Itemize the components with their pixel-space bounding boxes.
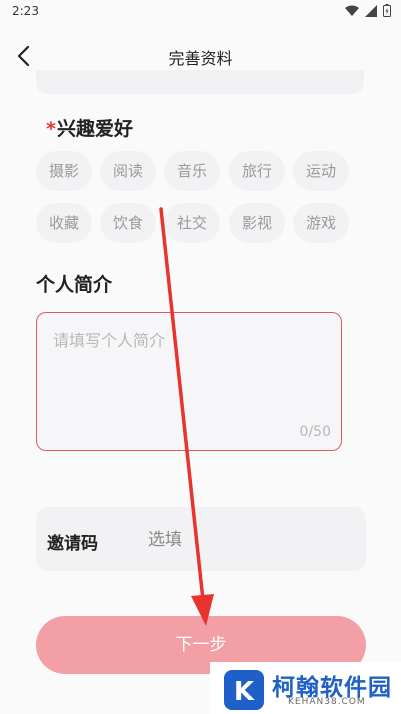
hobby-tag[interactable]: 社交: [164, 203, 220, 243]
required-mark: *: [46, 118, 56, 140]
char-counter: 0/50: [299, 424, 331, 440]
hobby-tag[interactable]: 阅读: [100, 151, 156, 191]
hobby-tag[interactable]: 影视: [229, 203, 285, 243]
hobbies-title: 兴趣爱好: [56, 118, 133, 140]
watermark-site: KEHAN38.COM: [288, 697, 366, 707]
status-bar: 2:23: [0, 0, 401, 24]
hobby-tag[interactable]: 运动: [293, 151, 349, 191]
invite-code-row: 邀请码: [36, 507, 366, 571]
signal-icon: [365, 4, 377, 17]
hobby-tag[interactable]: 旅行: [229, 151, 285, 191]
intro-heading: 个人简介: [36, 274, 113, 296]
hobby-tag[interactable]: 游戏: [293, 203, 349, 243]
wifi-icon: [345, 5, 359, 16]
page-title: 完善资料: [168, 49, 233, 68]
invite-code-label: 邀请码: [47, 534, 98, 554]
battery-icon: [383, 4, 391, 17]
hobby-tag[interactable]: 收藏: [36, 203, 92, 243]
previous-card-edge: [36, 70, 364, 94]
hobby-tag[interactable]: 饮食: [100, 203, 156, 243]
status-icons: [345, 4, 391, 17]
status-time: 2:23: [12, 4, 39, 18]
hobby-tag[interactable]: 音乐: [164, 151, 220, 191]
hobbies-heading: *兴趣爱好: [46, 114, 133, 141]
hobby-tag[interactable]: 摄影: [36, 151, 92, 191]
invite-code-input[interactable]: [146, 525, 350, 555]
intro-textarea[interactable]: [51, 325, 325, 419]
watermark: K 柯翰软件园 KEHAN38.COM: [210, 662, 401, 714]
brand-logo-icon: K: [224, 670, 264, 710]
intro-field: 0/50: [36, 312, 342, 451]
svg-text:K: K: [234, 677, 255, 707]
